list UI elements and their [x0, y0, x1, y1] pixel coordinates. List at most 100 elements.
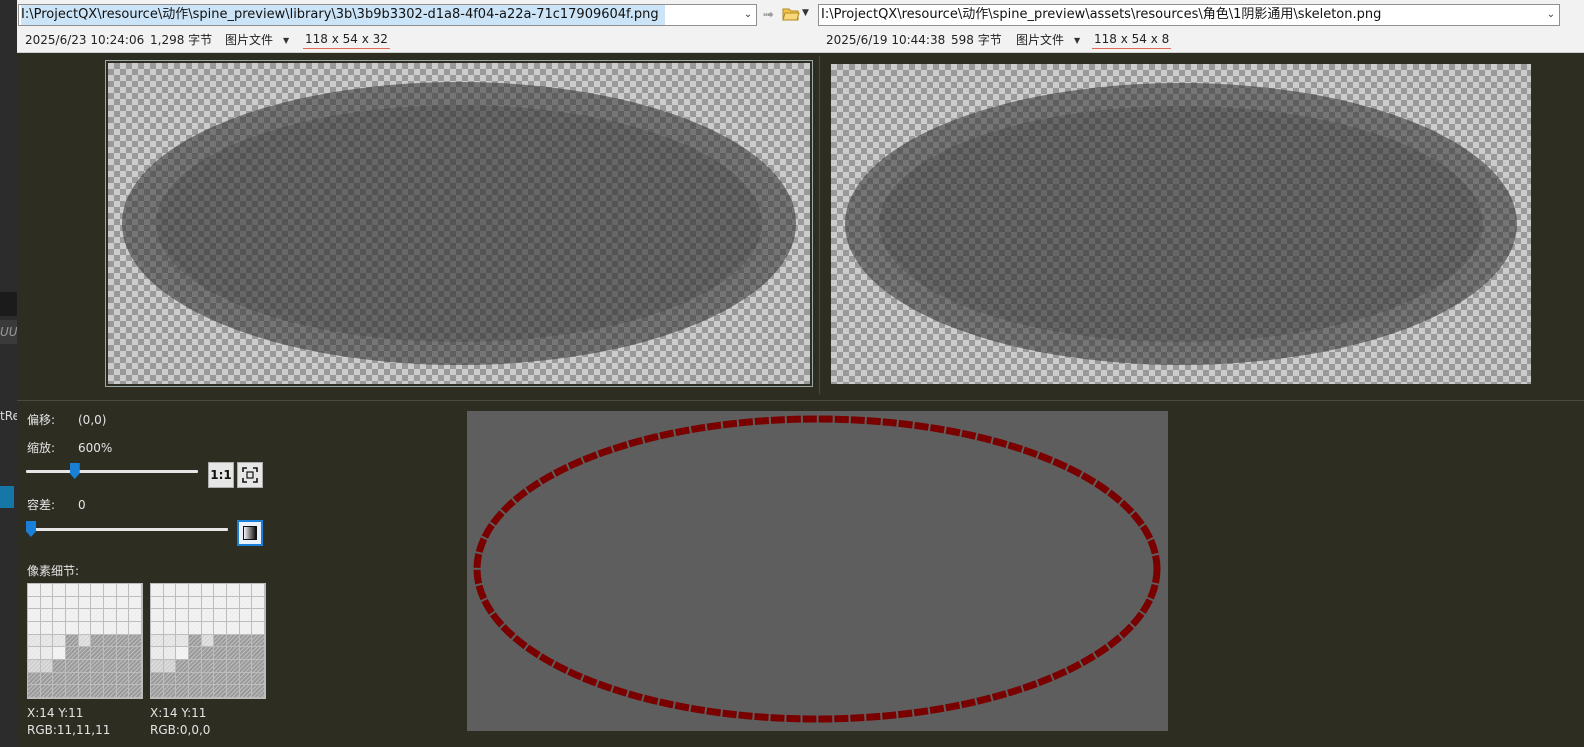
file-type-dropdown-icon[interactable]: ▼ — [283, 31, 289, 51]
pixel-cell — [214, 609, 227, 622]
pixel-cell — [176, 647, 189, 660]
pixel-cell — [151, 596, 164, 610]
pixel-cell — [189, 596, 202, 610]
zoom-slider-thumb[interactable] — [69, 463, 80, 479]
pixel-cell — [176, 609, 189, 622]
right-file-info: 2025/6/19 10:44:38 598 字节 图片文件 ▼ 118 x 5… — [826, 30, 1226, 50]
background-text-2: tRe — [0, 409, 17, 423]
pixel-cell — [53, 647, 66, 660]
pixel-cell — [91, 672, 104, 686]
pixel-cell — [78, 647, 92, 660]
zoom-value: 600% — [78, 441, 113, 455]
pixel-cell — [66, 647, 79, 660]
pixel-cell — [176, 685, 189, 698]
pixel-cell — [91, 647, 104, 660]
right-file-type[interactable]: 图片文件 — [1016, 30, 1064, 50]
pixel-cell — [252, 660, 265, 673]
pixel-cell — [214, 647, 227, 660]
pixel-cell — [163, 634, 177, 648]
pixel-cell — [53, 634, 66, 648]
pixel-cell — [214, 584, 227, 597]
pixel-cell — [116, 622, 130, 635]
shadow-ellipse-right — [845, 83, 1517, 365]
pixel-cell — [227, 647, 240, 660]
pixel-cell — [163, 647, 177, 660]
pixel-cell — [163, 660, 177, 673]
pixel-cell — [201, 634, 215, 648]
right-path-text[interactable]: I:\ProjectQX\resource\动作\spine_preview\a… — [821, 7, 1381, 22]
pixel-cell — [151, 647, 164, 660]
pixel-cell — [66, 672, 79, 686]
pixel-cell — [28, 584, 41, 597]
tolerance-slider-thumb[interactable] — [26, 521, 36, 537]
left-file-type[interactable]: 图片文件 — [225, 30, 273, 50]
pixel-cell — [104, 596, 117, 610]
left-pixel-detail-grid — [27, 583, 143, 699]
pixel-cell — [28, 685, 41, 698]
chevron-down-icon[interactable]: ⌄ — [742, 9, 754, 21]
pixel-cell — [40, 685, 54, 698]
zoom-slider-track[interactable] — [26, 470, 198, 473]
folder-open-icon[interactable] — [782, 5, 800, 23]
pixel-cell — [129, 609, 142, 622]
fit-to-window-button[interactable] — [237, 462, 263, 488]
pixel-cell — [116, 634, 130, 648]
zoom-label: 缩放: — [27, 441, 56, 455]
pixel-cell — [252, 634, 265, 648]
pixel-cell — [104, 584, 117, 597]
right-path-combobox[interactable]: I:\ProjectQX\resource\动作\spine_preview\a… — [818, 4, 1560, 26]
tolerance-slider-track[interactable] — [26, 528, 228, 531]
pixel-cell — [66, 584, 79, 597]
tolerance-mode-button[interactable] — [237, 520, 263, 546]
pixel-cell — [78, 596, 92, 610]
pixel-cell — [239, 660, 253, 673]
pixel-cell — [201, 609, 215, 622]
pixel-cell — [189, 647, 202, 660]
pixel-cell — [40, 584, 54, 597]
pixel-cell — [189, 584, 202, 597]
chevron-down-icon[interactable]: ⌄ — [1545, 9, 1557, 21]
pixel-cell — [78, 622, 92, 635]
pixel-cell — [53, 622, 66, 635]
pixel-cell — [129, 622, 142, 635]
pixel-cell — [239, 609, 253, 622]
pixel-cell — [239, 596, 253, 610]
open-menu-arrow-icon[interactable]: ▼ — [802, 8, 809, 18]
pixel-cell — [239, 584, 253, 597]
left-path-text[interactable]: I:\ProjectQX\resource\动作\spine_preview\l… — [21, 5, 665, 25]
pixel-cell — [53, 672, 66, 686]
horizontal-splitter[interactable] — [17, 400, 1584, 401]
pixel-cell — [40, 609, 54, 622]
offset-value: (0,0) — [78, 413, 107, 427]
pixel-cell — [227, 596, 240, 610]
pixel-cell — [40, 647, 54, 660]
pixel-cell — [176, 622, 189, 635]
difference-preview[interactable] — [467, 411, 1168, 731]
pixel-cell — [28, 647, 41, 660]
pixel-cell — [104, 660, 117, 673]
right-image-view[interactable] — [831, 64, 1531, 384]
pixel-cell — [53, 584, 66, 597]
actual-size-button[interactable]: 1:1 — [208, 462, 234, 488]
pixel-cell — [28, 672, 41, 686]
background-band — [0, 292, 17, 316]
file-type-dropdown-icon[interactable]: ▼ — [1074, 31, 1080, 51]
pixel-cell — [163, 609, 177, 622]
pixel-cell — [239, 622, 253, 635]
pixel-cell — [201, 596, 215, 610]
difference-outline — [473, 415, 1161, 723]
pane-splitter[interactable] — [819, 56, 820, 394]
pixel-cell — [129, 596, 142, 610]
pixel-cell — [227, 622, 240, 635]
left-image-view[interactable] — [105, 60, 813, 387]
background-app-strip: UU tRe — [0, 0, 17, 747]
pixel-cell — [66, 634, 79, 648]
pixel-cell — [239, 647, 253, 660]
pixel-cell — [163, 596, 177, 610]
left-file-info: 2025/6/23 10:24:06 1,298 字节 图片文件 ▼ 118 x… — [25, 30, 425, 50]
pixel-cell — [252, 596, 265, 610]
swap-sides-icon[interactable]: ➟ — [760, 6, 776, 24]
pixel-cell — [91, 596, 104, 610]
pixel-cell — [151, 634, 164, 648]
left-path-combobox[interactable]: I:\ProjectQX\resource\动作\spine_preview\l… — [18, 4, 757, 26]
